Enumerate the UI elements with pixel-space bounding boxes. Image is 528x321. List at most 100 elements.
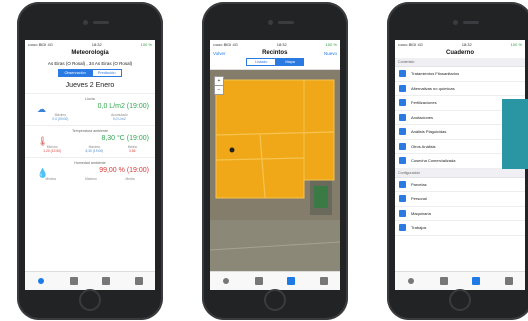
menu-item-maquinaria[interactable]: Maquinaria [395,207,525,221]
tab-profile[interactable] [123,272,156,290]
droplet-icon: 💧 [37,168,49,178]
zoom-control: + − [214,76,224,95]
menu-item-label: Anotaciones [411,114,434,120]
satellite-map[interactable] [210,70,340,272]
menu-item-personal[interactable]: Personal [395,192,525,207]
field-parcel-east[interactable] [303,79,335,181]
day-title: Jueves 2 Enero [25,82,155,94]
truck-icon [399,157,406,165]
status-bar: ••ooo BIDI 4G 18:32 100 % [210,40,340,48]
plus-box-icon [69,276,78,285]
wand-icon [399,84,406,92]
camera [83,20,88,25]
stat-label: Media [125,177,135,181]
tab-notebook[interactable] [460,272,493,290]
stat-value: 8,30 (19:00) [85,149,104,153]
tab-weather[interactable] [395,272,428,290]
speaker [463,21,479,24]
menu-item-label: Cosecha Comercializada [411,158,456,164]
weather-screen: ••ooo BIDI 4G 18:32 100 % Meteorología A… [25,40,155,290]
sun-icon [38,277,45,284]
work-icon [399,224,406,232]
carrier: ••ooo BIDI 4G [213,41,238,47]
tab-notebook[interactable] [275,272,308,290]
battery: 100 % [140,41,152,47]
tab-plus[interactable] [243,272,276,290]
menu-item-label: Parcelas [411,181,427,187]
tractor-icon [399,209,406,217]
zoom-out-button[interactable]: − [215,85,223,94]
list-icon [399,142,406,150]
tab-weather[interactable] [25,272,58,290]
stat-value: 3,56 [129,149,136,153]
status-bar: ••ooo BIDI 4G 18:32 100 % [395,40,525,48]
menu-item-label: Trabajos [411,225,427,231]
carrier: ••ooo BIDI 4G [398,41,423,47]
parcel-icon [399,180,406,188]
phone-weather: ••ooo BIDI 4G 18:32 100 % Meteorología A… [17,2,163,320]
tab-notebook[interactable] [90,272,123,290]
carrier: ••ooo BIDI 4G [28,41,53,47]
camera [268,20,273,25]
tab-profile[interactable] [308,272,341,290]
menu-item-label: Alternativas no químicas [411,85,455,91]
page-title: Recintos [262,50,288,56]
home-button[interactable] [449,289,471,311]
clock: 18:32 [276,41,287,47]
sun-icon [408,277,415,284]
menu-item-label: Fertilizaciones [411,100,437,106]
tab-observacion[interactable]: Observación [58,69,92,77]
menu-item-label: Maquinaria [411,210,431,216]
tab-profile[interactable] [493,272,526,290]
home-button[interactable] [264,289,286,311]
temperature-stats: Mínimo 1,20 (12:50) Máximo 8,30 (19:00) Me… [31,145,149,153]
page-title: Cuaderno [445,50,474,56]
phone-map: ••ooo BIDI 4G 18:32 100 % Volver Recinto… [202,2,348,320]
menu-item-label: Otros Análisis [411,143,436,149]
menu-item-parcelas[interactable]: Parcelas [395,178,525,192]
cloud-icon: ☁ [37,104,46,114]
battery: 100 % [510,41,522,47]
tab-bar [25,271,155,290]
syringe-icon [399,70,406,78]
profile-icon [504,276,513,285]
tab-weather[interactable] [210,272,243,290]
tab-plus[interactable] [58,272,91,290]
tab-listado[interactable]: Listado [246,58,277,66]
section-heading: Temperatura ambiente [72,129,108,133]
tab-prediccion[interactable]: Predicción [91,69,122,77]
clock: 18:32 [461,41,472,47]
tab-plus[interactable] [428,272,461,290]
back-button[interactable]: Volver [213,51,226,56]
temperature-section: Temperatura ambiente 🌡 8,30 °C (19:00) M… [25,126,155,158]
humidity-value: 99,00 % (19:00) [99,167,149,174]
location-marker[interactable] [229,147,235,153]
page-title: Meteorología [71,50,109,56]
speaker [93,21,109,24]
notebook-icon [102,276,111,285]
bar-chart-icon [399,128,406,136]
note-icon [399,113,406,121]
sun-icon [223,277,230,284]
decorative-teal-panel [502,99,528,169]
zoom-in-button[interactable]: + [215,77,223,85]
sports-field [314,186,328,208]
plus-box-icon [254,276,263,285]
fertilizer-icon [399,99,406,107]
map-svg [210,70,340,272]
speaker [278,21,294,24]
menu-item-tratamientos[interactable]: Tratamientos Fitosanitarios [395,67,525,82]
status-bar: ••ooo BIDI 4G 18:32 100 % [25,40,155,48]
new-button[interactable]: Nuevo [324,51,337,56]
location-selector[interactable]: As Eiras (O Rosal) , 34 As Eiras (O Rosa… [25,61,155,66]
rain-section: Lluvia ☁ 0,0 L/m2 (19:00) Máximo 0,0 (00:… [25,94,155,126]
tab-mapa[interactable]: Mapa [276,58,304,66]
section-header-contenido: Contenido [395,58,525,67]
home-button[interactable] [79,289,101,311]
stat-value: 0,0 L/m2 [112,117,126,121]
stat-value: 1,20 (12:50) [43,149,62,153]
menu-item-alternativas[interactable]: Alternativas no químicas [395,82,525,96]
menu-item-trabajos[interactable]: Trabajos [395,221,525,236]
section-heading: Lluvia [85,97,95,101]
rain-value: 0,0 L/m2 (19:00) [97,103,149,110]
